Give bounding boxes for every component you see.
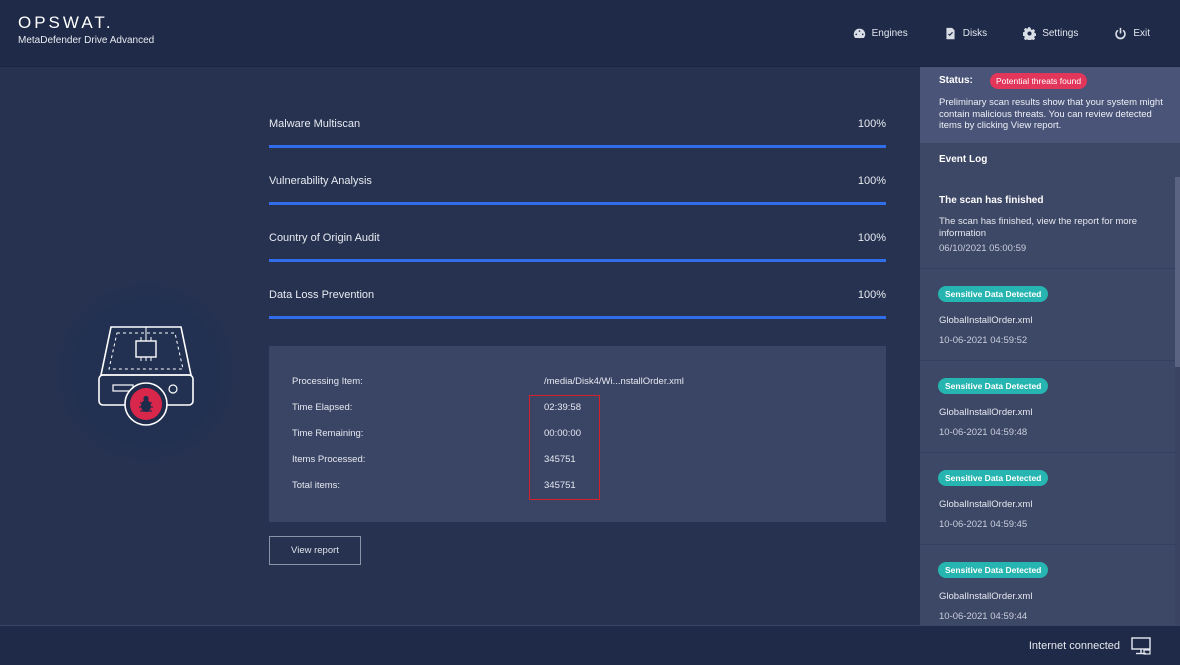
time-remaining-label: Time Remaining: [292,428,364,439]
progress-label: Data Loss Prevention [269,289,375,301]
progress-bar [269,202,886,205]
event-item: The scan has finished The scan has finis… [920,177,1175,269]
progress-percent: 100% [857,118,886,130]
progress-fill [269,202,886,205]
progress-label: Vulnerability Analysis [269,175,372,187]
progress-bar [269,259,886,262]
nav-engines[interactable]: Engines [853,27,908,40]
event-item: Sensitive Data Detected GlobalInstallOrd… [920,453,1175,545]
brand: OPSWAT. MetaDefender Drive Advanced [18,14,154,46]
event-file: GlobalInstallOrder.xml [939,315,1033,326]
monitor-icon [1131,637,1151,655]
progress-percent: 100% [857,289,886,301]
event-time: 10-06-2021 04:59:48 [939,427,1028,438]
device-illustration [71,297,221,447]
nav-disks-label: Disks [962,28,988,39]
event-title: The scan has finished [939,195,1044,206]
progress-row: Vulnerability Analysis 100% [269,164,886,221]
app-header: OPSWAT. MetaDefender Drive Advanced Engi… [0,0,1180,67]
event-time: 10-06-2021 04:59:44 [939,611,1028,622]
connection-status: Internet connected [1028,640,1120,652]
sensitive-data-badge: Sensitive Data Detected [938,286,1049,302]
event-item: Sensitive Data Detected GlobalInstallOrd… [920,269,1175,361]
sidebar-scroll-thumb[interactable] [1175,177,1180,367]
nav-settings[interactable]: Settings [1023,27,1078,40]
top-nav: Engines Disks Settings Exit [853,0,1180,67]
progress-label: Malware Multiscan [269,118,361,130]
sensitive-data-badge: Sensitive Data Detected [938,470,1049,486]
progress-percent: 100% [857,232,886,244]
status-footer: Internet connected [0,625,1180,665]
event-time: 06/10/2021 05:00:59 [939,243,1027,254]
processing-item-label: Processing Item: [292,376,363,387]
time-elapsed-label: Time Elapsed: [292,402,353,413]
progress-bar [269,316,886,319]
status-description: Preliminary scan results show that your … [939,97,1163,131]
event-time: 10-06-2021 04:59:52 [939,335,1028,346]
power-icon [1115,27,1127,40]
disk-icon [946,27,955,40]
progress-fill [269,259,886,262]
progress-fill [269,316,886,319]
scan-progress-list: Malware Multiscan 100% Vulnerability Ana… [269,107,886,335]
event-time: 10-06-2021 04:59:45 [939,519,1028,530]
gear-icon [1023,27,1037,40]
status-block: Status: Potential threats found Prelimin… [920,67,1180,143]
processing-item-value: /media/Disk4/Wi...nstallOrder.xml [544,376,684,387]
total-items-label: Total items: [292,480,341,491]
progress-label: Country of Origin Audit [269,232,380,244]
threat-status-badge: Potential threats found [990,73,1088,89]
progress-bar [269,145,886,148]
infected-drive-icon [98,326,194,426]
sensitive-data-badge: Sensitive Data Detected [938,378,1049,394]
product-name: MetaDefender Drive Advanced [18,35,155,46]
progress-row: Malware Multiscan 100% [269,107,886,164]
event-description: The scan has finished, view the report f… [939,216,1138,239]
event-log-title: Event Log [939,154,988,165]
nav-exit[interactable]: Exit [1114,27,1150,40]
status-sidebar: Status: Potential threats found Prelimin… [920,67,1180,625]
status-label: Status: [939,75,973,86]
nav-settings-label: Settings [1042,28,1079,39]
highlight-box [529,395,600,500]
scan-info-panel: Processing Item: /media/Disk4/Wi...nstal… [269,346,886,522]
items-processed-label: Items Processed: [292,454,366,465]
opswat-logo: OPSWAT. [18,13,114,32]
progress-percent: 100% [857,175,886,187]
nav-exit-label: Exit [1133,28,1150,39]
progress-row: Data Loss Prevention 100% [269,278,886,335]
gauge-icon [853,28,865,39]
sensitive-data-badge: Sensitive Data Detected [938,562,1049,578]
nav-engines-label: Engines [871,28,908,39]
event-log-list[interactable]: The scan has finished The scan has finis… [920,177,1175,625]
view-report-button[interactable]: View report [269,536,361,565]
event-item: Sensitive Data Detected GlobalInstallOrd… [920,361,1175,453]
nav-disks[interactable]: Disks [944,27,987,40]
event-item: Sensitive Data Detected GlobalInstallOrd… [920,545,1175,625]
event-file: GlobalInstallOrder.xml [939,591,1033,602]
progress-fill [269,145,886,148]
main-area: Malware Multiscan 100% Vulnerability Ana… [0,67,920,625]
event-file: GlobalInstallOrder.xml [939,499,1033,510]
progress-row: Country of Origin Audit 100% [269,221,886,278]
event-file: GlobalInstallOrder.xml [939,407,1033,418]
